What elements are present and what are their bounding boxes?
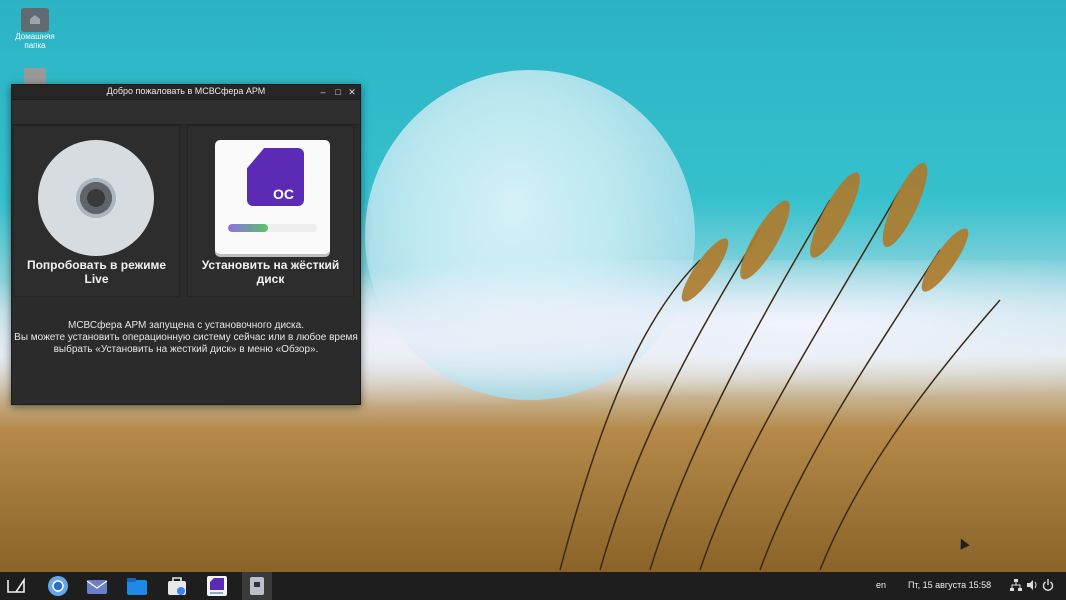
keyboard-layout-indicator[interactable]: en [876, 580, 886, 590]
try-live-label: Попробовать в режиме Live [26, 258, 167, 286]
close-button[interactable]: ✕ [345, 85, 359, 99]
try-live-button[interactable]: Попробовать в режиме Live [13, 125, 180, 297]
os-logo-text: ОС [273, 186, 294, 202]
activities-icon[interactable] [6, 575, 28, 597]
info-line: МСВСфера АРМ запущена с установочного ди… [68, 320, 304, 331]
power-icon[interactable] [1042, 579, 1054, 591]
os-install-icon: ОС [215, 140, 330, 254]
volume-icon[interactable] [1026, 579, 1038, 591]
files-icon[interactable] [126, 575, 148, 597]
chromium-icon[interactable] [47, 575, 69, 597]
minimize-button[interactable]: – [316, 85, 330, 99]
install-label: Установить на жёсткий диск [201, 258, 340, 286]
installer-icon[interactable] [246, 575, 268, 597]
desktop-icon-home[interactable]: Домашняя папка [14, 8, 56, 50]
clock[interactable]: Пт, 15 августа 15:58 [908, 580, 991, 590]
info-text: МСВСфера АРМ запущена с установочного ди… [12, 320, 360, 356]
window-header-bar [12, 100, 360, 125]
window-titlebar[interactable]: Добро пожаловать в МСВСфера АРМ – □ ✕ [12, 85, 360, 100]
welcome-window: Добро пожаловать в МСВСфера АРМ – □ ✕ По… [11, 84, 361, 405]
taskbar: en Пт, 15 августа 15:58 [0, 572, 1066, 600]
install-progress-bar [228, 224, 317, 232]
desktop-icon-label: Домашняя папка [15, 32, 55, 50]
info-line: Вы можете установить операционную систем… [14, 332, 358, 343]
install-to-disk-button[interactable]: ОС Установить на жёсткий диск [187, 125, 354, 297]
live-cd-icon [38, 140, 154, 256]
maximize-button[interactable]: □ [331, 85, 345, 99]
home-folder-icon [21, 8, 49, 32]
os-welcome-icon[interactable] [206, 575, 228, 597]
info-line: выбрать «Установить на жесткий диск» в м… [53, 344, 319, 355]
window-title: Добро пожаловать в МСВСфера АРМ [106, 86, 266, 96]
software-store-icon[interactable] [166, 575, 188, 597]
install-progress-fill [228, 224, 269, 232]
mail-icon[interactable] [86, 575, 108, 597]
network-icon[interactable] [1010, 579, 1022, 591]
